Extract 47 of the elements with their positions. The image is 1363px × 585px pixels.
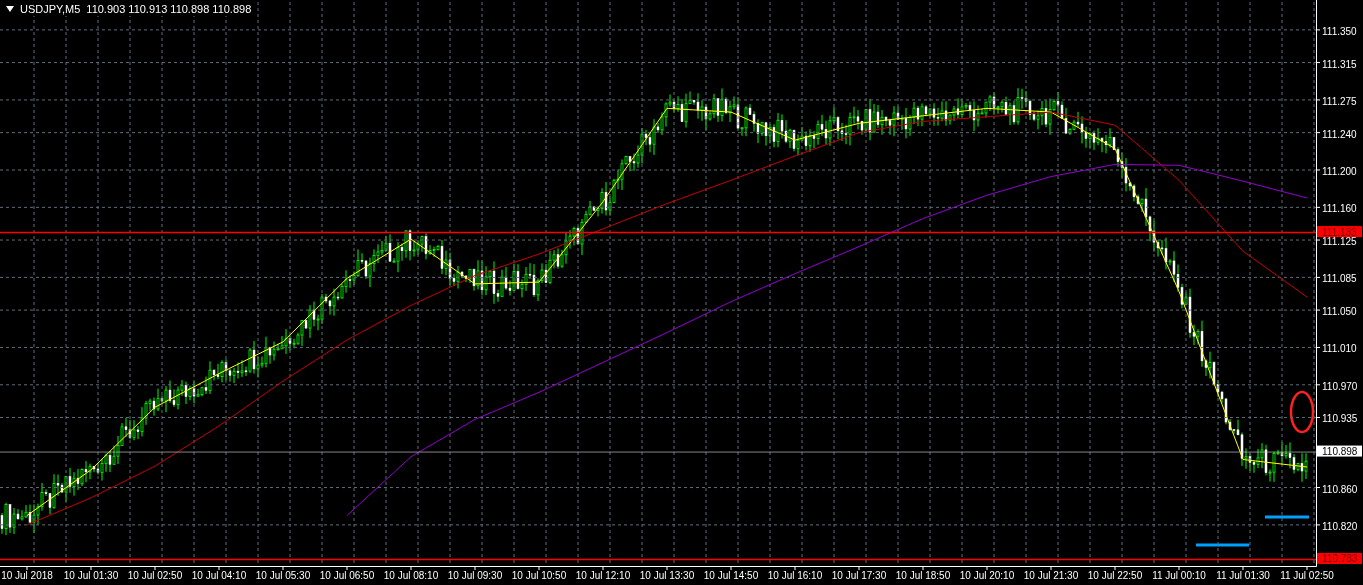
price-tick-label: 111.050 bbox=[1322, 306, 1357, 318]
time-tick-label: 10 Jul 16:10 bbox=[767, 570, 823, 581]
price-tick-label: 111.275 bbox=[1322, 95, 1357, 107]
price-tick-label: 111.315 bbox=[1322, 58, 1357, 70]
time-tick-label: 10 Jul 17:30 bbox=[831, 570, 887, 581]
ellipse-mark bbox=[1289, 390, 1315, 434]
horizontal-segment bbox=[1265, 515, 1309, 519]
ref-line-label: 111.133 bbox=[1322, 226, 1358, 238]
price-tick-label: 110.935 bbox=[1322, 413, 1358, 425]
time-tick-label: 10 Jul 12:10 bbox=[575, 570, 631, 581]
time-tick-label: 11 Jul 00:10 bbox=[1152, 570, 1206, 581]
quote-values: 110.903 110.913 110.898 110.898 bbox=[86, 3, 252, 15]
time-tick-label: 10 Jul 06:50 bbox=[319, 570, 375, 581]
price-tick-label: 110.970 bbox=[1322, 380, 1358, 392]
time-tick-label: 10 Jul 08:10 bbox=[383, 570, 439, 581]
symbol-label: USDJPY,M5 bbox=[20, 3, 81, 15]
time-tick-label: 10 Jul 05:30 bbox=[255, 570, 311, 581]
time-tick-label: 10 Jul 10:50 bbox=[511, 570, 567, 581]
time-tick-label: 10 Jul 13:30 bbox=[639, 570, 695, 581]
time-tick-label: 10 Jul 21:30 bbox=[1023, 570, 1079, 581]
price-tick-label: 110.860 bbox=[1322, 483, 1358, 495]
ref-line-label: 110.783 bbox=[1322, 553, 1358, 565]
price-label: 111.133 bbox=[1317, 226, 1362, 238]
time-tick-label: 10 Jul 09:30 bbox=[447, 570, 503, 581]
time-tick-label: 10 Jul 14:50 bbox=[703, 570, 759, 581]
price-tick-label: 110.820 bbox=[1322, 520, 1358, 532]
time-tick-label: 10 Jul 01:30 bbox=[63, 570, 119, 581]
price-tick-label: 111.350 bbox=[1322, 25, 1357, 37]
time-tick-label: 10 Jul 02:50 bbox=[127, 570, 183, 581]
horizontal-segment bbox=[1196, 543, 1249, 547]
price-label: 110.783 bbox=[1317, 552, 1362, 565]
time-tick-label: 11 Jul 01:30 bbox=[1216, 570, 1270, 581]
time-tick-label: 10 Jul 18:50 bbox=[895, 570, 951, 581]
price-tick-label: 111.010 bbox=[1322, 343, 1357, 355]
dropdown-triangle-icon[interactable] bbox=[6, 6, 14, 12]
price-tick-label: 111.240 bbox=[1322, 128, 1357, 140]
price-tick-label: 111.200 bbox=[1322, 166, 1357, 177]
time-tick-label: 11 Jul 02:50 bbox=[1280, 570, 1334, 581]
time-tick-label: 10 Jul 2018 bbox=[1, 570, 53, 581]
price-tick-label: 111.125 bbox=[1322, 236, 1357, 248]
time-tick-label: 10 Jul 20:10 bbox=[959, 570, 1015, 581]
time-tick-label: 10 Jul 04:10 bbox=[191, 570, 247, 581]
price-label: 110.898 bbox=[1317, 445, 1362, 458]
price-tick-label: 111.085 bbox=[1322, 273, 1357, 285]
price-tick-label: 111.160 bbox=[1322, 203, 1357, 215]
time-tick-label: 10 Jul 22:50 bbox=[1087, 570, 1143, 581]
ref-line-label: 110.898 bbox=[1322, 446, 1358, 458]
